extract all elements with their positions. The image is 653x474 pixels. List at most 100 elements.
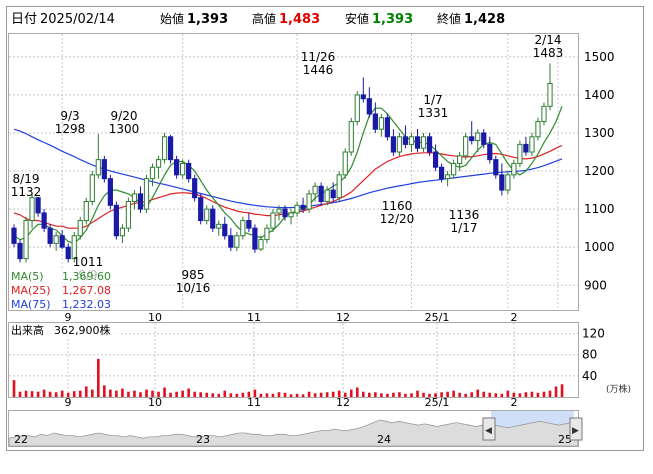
volume-bar — [404, 393, 407, 397]
annotation-date: 8/19 — [13, 172, 40, 186]
volume-bar — [205, 392, 209, 397]
volume-bar — [349, 389, 353, 397]
volume-bar — [217, 393, 221, 397]
volume-x-tick-label: 9 — [65, 396, 72, 409]
candle-body — [186, 162, 192, 180]
candle-body — [336, 174, 342, 199]
chart-svg: 日付 2025/02/14 始値 1,393 高値 1,483 安値 1,393… — [6, 6, 644, 451]
volume-bar — [368, 392, 371, 397]
price-y-tick-label: 1400 — [584, 88, 615, 102]
candle-body — [511, 162, 517, 176]
candle-body — [192, 178, 198, 199]
annotation-date: 9/20 — [111, 109, 138, 123]
candle-body — [505, 174, 511, 191]
candle-body — [29, 197, 35, 222]
ma-legend: MA(5) 1,369.60 MA(25) 1,267.08 MA(75) 1,… — [9, 268, 119, 311]
candle-body — [131, 193, 138, 203]
candle-body — [354, 94, 360, 123]
annotation-value: 985 — [182, 268, 205, 282]
candle-body — [348, 121, 354, 153]
ma25-legend-value: 1,267.08 — [62, 284, 111, 297]
candle-body — [234, 235, 240, 248]
navigator-right-handle[interactable]: ▶ — [569, 417, 583, 441]
candle-body — [499, 174, 505, 191]
navigator-year-label: 22 — [14, 433, 28, 446]
annotation-date: 11/26 — [301, 50, 336, 64]
volume-bar — [518, 393, 522, 397]
price-y-tick-label: 1000 — [584, 240, 615, 254]
volume-bar — [265, 393, 269, 397]
candle-body — [523, 143, 529, 153]
volume-bar — [500, 393, 504, 397]
date-label: 日付 — [11, 12, 37, 27]
annotation-value: 1446 — [303, 63, 334, 77]
annotation-value: 1300 — [109, 122, 140, 136]
annotation-date: 1/17 — [451, 221, 478, 235]
volume-bar — [223, 390, 227, 397]
volume-bar — [78, 390, 82, 397]
volume-bar — [560, 384, 564, 397]
candle-body — [414, 136, 421, 149]
date-value: 2025/02/14 — [40, 12, 115, 27]
candle-body — [324, 189, 330, 203]
annotation-value: 1483 — [533, 46, 564, 60]
candle-body — [342, 151, 348, 176]
navigator-year-label: 23 — [196, 433, 210, 446]
candle-body — [378, 117, 384, 130]
candle-body — [366, 98, 372, 115]
volume-bar — [229, 393, 233, 397]
volume-bar — [542, 391, 546, 397]
left-arrow-icon: ◀ — [485, 426, 492, 436]
candle-body — [517, 143, 523, 164]
candle-body — [65, 246, 71, 260]
candle-body — [529, 136, 535, 153]
volume-bar — [506, 390, 510, 397]
volume-bar — [30, 391, 34, 397]
ma25-legend-label: MA(25) — [11, 284, 51, 297]
volume-bar — [90, 389, 94, 397]
volume-bar — [536, 392, 540, 397]
volume-x-tick-label: 2 — [511, 396, 518, 409]
candle-body — [180, 162, 186, 176]
candle-body — [210, 208, 216, 229]
navigator-left-handle[interactable]: ◀ — [482, 417, 496, 441]
volume-bar — [127, 391, 130, 397]
candle-body — [161, 136, 168, 161]
volume-bar — [271, 393, 275, 397]
ma75-legend-value: 1,232.03 — [62, 298, 111, 311]
volume-bar — [235, 393, 239, 397]
candle-body — [487, 143, 493, 161]
volume-bar — [374, 392, 377, 397]
volume-bar — [289, 394, 293, 397]
volume-bar — [54, 392, 58, 397]
candle-body — [216, 223, 222, 229]
price-y-tick-label: 1200 — [584, 164, 615, 178]
candle-body — [300, 204, 306, 210]
high-label: 高値 — [252, 11, 276, 26]
volume-bar — [386, 393, 389, 397]
candle-body — [541, 105, 547, 123]
candle-body — [451, 162, 457, 176]
candle-body — [167, 136, 174, 161]
volume-y-tick-label: 120 — [582, 327, 605, 341]
volume-bar — [72, 391, 76, 397]
price-y-tick-label: 1500 — [584, 50, 615, 64]
candle-body — [240, 220, 246, 237]
volume-bar — [548, 390, 552, 397]
price-y-tick-label: 1300 — [584, 126, 615, 140]
candle-body — [101, 159, 107, 180]
candle-body — [113, 204, 119, 237]
candle-body — [306, 193, 312, 210]
volume-bar — [554, 386, 558, 397]
volume-bar — [524, 392, 528, 397]
volume-bar — [416, 390, 419, 397]
volume-bar — [115, 390, 118, 397]
volume-bar — [193, 391, 196, 397]
open-label: 始値 — [160, 11, 184, 26]
candle-body — [469, 136, 475, 142]
volume-bar — [42, 389, 46, 397]
candle-body — [282, 208, 288, 218]
volume-bar — [398, 392, 401, 397]
ma5-legend-label: MA(5) — [11, 270, 44, 283]
annotation-value: 1136 — [449, 208, 480, 222]
